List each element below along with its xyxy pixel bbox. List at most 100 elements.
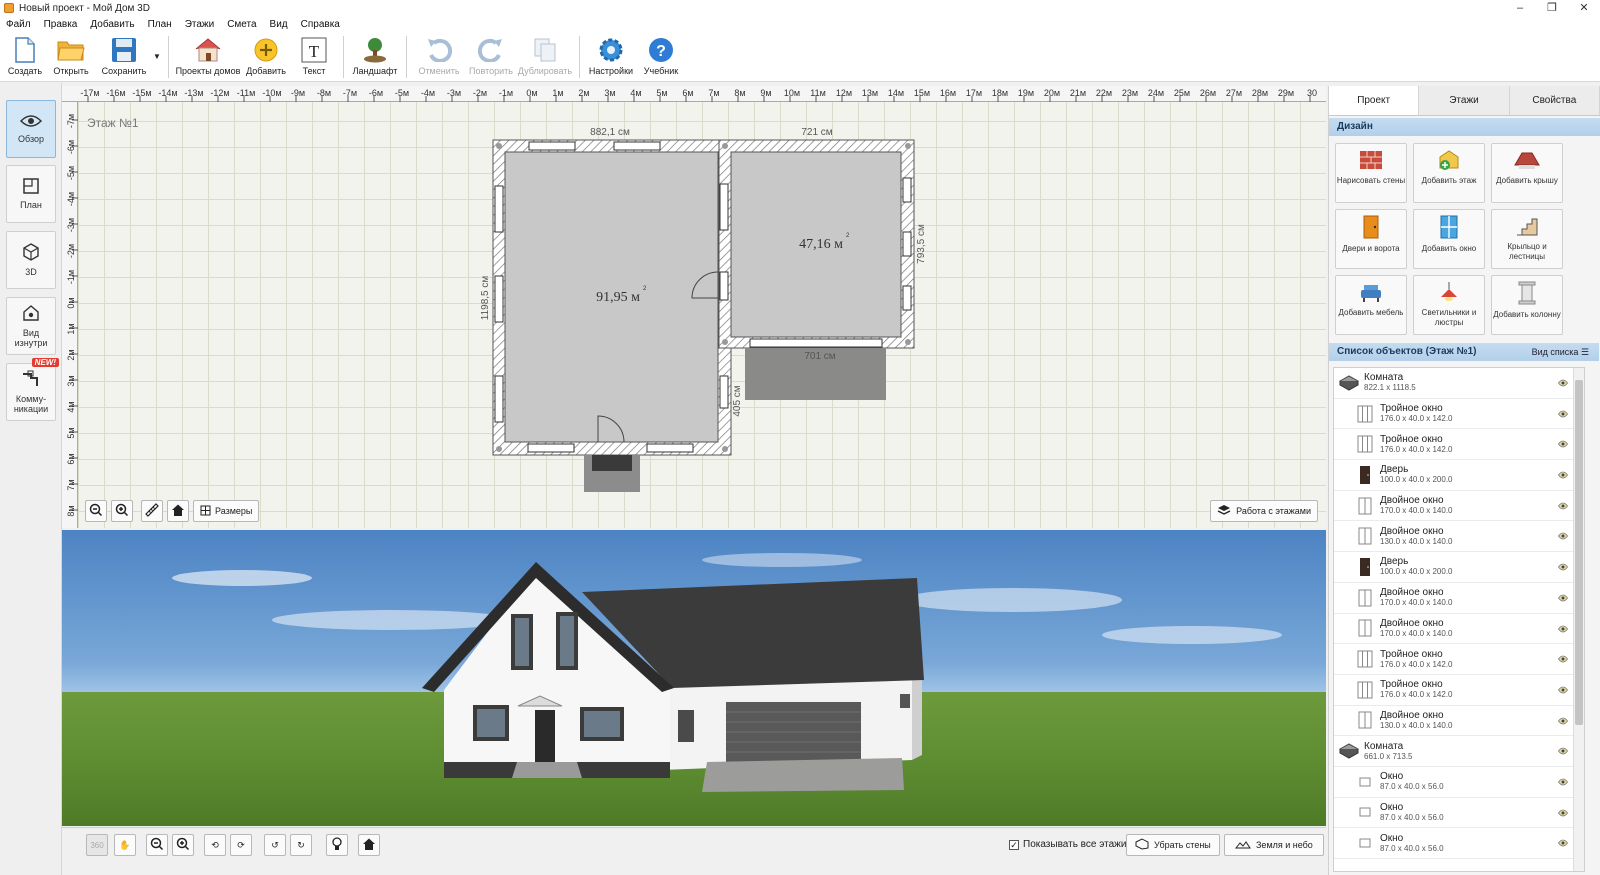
add-floor-button[interactable]: Добавить этаж xyxy=(1413,143,1485,203)
settings-button[interactable]: Настройки xyxy=(586,32,636,80)
zoom-in-button[interactable] xyxy=(111,500,133,522)
undo-button[interactable]: Отменить xyxy=(413,32,465,80)
maximize-button[interactable]: ❐ xyxy=(1536,0,1568,16)
landscape-button[interactable]: Ландшафт xyxy=(350,32,400,80)
visibility-eye-icon[interactable] xyxy=(1557,593,1569,602)
object-row[interactable]: Окно 87.0 x 40.0 x 56.0 xyxy=(1334,767,1584,798)
home-view-button[interactable] xyxy=(167,500,189,522)
list-view-toggle[interactable]: Вид списка ☰ xyxy=(1532,343,1599,361)
close-button[interactable]: ✕ xyxy=(1568,0,1600,16)
window-marker[interactable] xyxy=(494,275,504,323)
save-dropdown[interactable]: ▼ xyxy=(152,32,162,80)
garage-door-marker[interactable] xyxy=(749,338,883,348)
draw-walls-button[interactable]: Нарисовать стены xyxy=(1335,143,1407,203)
window-marker[interactable] xyxy=(646,443,694,453)
visibility-eye-icon[interactable] xyxy=(1557,654,1569,663)
object-row[interactable]: Двойное окно 170.0 x 40.0 x 140.0 xyxy=(1334,614,1584,645)
tab-properties[interactable]: Свойства xyxy=(1509,86,1600,115)
window-marker[interactable] xyxy=(528,141,576,151)
home-3d-button[interactable] xyxy=(358,834,380,856)
object-row[interactable]: Тройное окно 176.0 x 40.0 x 142.0 xyxy=(1334,644,1584,675)
tab-project[interactable]: Проект xyxy=(1329,86,1420,115)
nav-inside-view[interactable]: Вид изнутри xyxy=(6,297,56,355)
scrollbar-thumb[interactable] xyxy=(1575,380,1583,725)
menu-file[interactable]: Файл xyxy=(0,19,38,30)
ground-and-sky-button[interactable]: Земля и небо xyxy=(1224,834,1324,856)
visibility-eye-icon[interactable] xyxy=(1557,439,1569,448)
rotate-right-button[interactable]: ⟳ xyxy=(230,834,252,856)
window-marker[interactable] xyxy=(902,177,912,203)
redo-button[interactable]: Повторить xyxy=(465,32,517,80)
remove-walls-button[interactable]: Убрать стены xyxy=(1126,834,1220,856)
add-button[interactable]: Добавить xyxy=(241,32,291,80)
menu-estimate[interactable]: Смета xyxy=(221,19,263,30)
doors-and-gates-button[interactable]: Двери и ворота xyxy=(1335,209,1407,269)
nav-3d[interactable]: 3D xyxy=(6,231,56,289)
object-row[interactable]: Дверь 100.0 x 40.0 x 200.0 xyxy=(1334,460,1584,491)
visibility-eye-icon[interactable] xyxy=(1557,624,1569,632)
visibility-eye-icon[interactable] xyxy=(1557,777,1569,786)
object-row[interactable]: Тройное окно 176.0 x 40.0 x 142.0 xyxy=(1334,675,1584,706)
visibility-eye-icon[interactable] xyxy=(1557,685,1569,694)
visibility-eye-icon[interactable] xyxy=(1557,378,1569,387)
object-row-room[interactable]: Комната 822.1 x 1118.5 xyxy=(1334,368,1584,399)
add-column-button[interactable]: Добавить колонну xyxy=(1491,275,1563,335)
zoom-out-3d-button[interactable] xyxy=(146,834,168,856)
nav-communications[interactable]: NEW! Комму-никации xyxy=(6,358,59,421)
zoom-in-3d-button[interactable] xyxy=(172,834,194,856)
3d-view-canvas[interactable] xyxy=(62,530,1326,826)
window-marker[interactable] xyxy=(494,375,504,423)
window-marker[interactable] xyxy=(902,231,912,257)
nav-overview[interactable]: Обзор xyxy=(6,100,56,158)
menu-floors[interactable]: Этажи xyxy=(179,19,222,30)
window-marker[interactable] xyxy=(719,375,729,409)
rotate-left-button[interactable]: ⟲ xyxy=(204,834,226,856)
floor-plan-canvas[interactable]: -17м -16м -15м -14м -13м -12м -11м -10м -9м -8м -7… xyxy=(62,86,1326,528)
menu-plan[interactable]: План xyxy=(142,19,179,30)
object-row[interactable]: Окно 87.0 x 40.0 x 56.0 xyxy=(1334,798,1584,829)
visibility-eye-icon[interactable] xyxy=(1557,470,1569,479)
work-with-floors-button[interactable]: Работа с этажами xyxy=(1210,500,1318,522)
rotate-360-button[interactable]: 360 xyxy=(86,834,108,856)
measure-button[interactable] xyxy=(141,500,163,522)
object-row[interactable]: Двойное окно 170.0 x 40.0 x 140.0 xyxy=(1334,491,1584,522)
house-projects-button[interactable]: Проекты домов xyxy=(175,32,241,80)
add-furniture-button[interactable]: Добавить мебель xyxy=(1335,275,1407,335)
door-marker[interactable] xyxy=(719,271,729,301)
porch-and-stairs-button[interactable]: Крыльцо и лестницы xyxy=(1491,209,1563,269)
object-row[interactable]: Окно 87.0 x 40.0 x 56.0 xyxy=(1334,828,1584,859)
object-row[interactable]: Дверь 100.0 x 40.0 x 200.0 xyxy=(1334,552,1584,583)
visibility-eye-icon[interactable] xyxy=(1557,746,1569,755)
pan-button[interactable]: ✋ xyxy=(114,834,136,856)
object-list-scrollbar[interactable] xyxy=(1573,368,1584,871)
visibility-eye-icon[interactable] xyxy=(1557,808,1569,817)
new-button[interactable]: Создать xyxy=(4,32,46,80)
add-window-button[interactable]: Добавить окно xyxy=(1413,209,1485,269)
show-all-floors-checkbox[interactable]: ✓ Показывать все этажи xyxy=(1009,839,1126,850)
text-button[interactable]: T Текст xyxy=(291,32,337,80)
menu-view[interactable]: Вид xyxy=(264,19,295,30)
visibility-eye-icon[interactable] xyxy=(1557,531,1569,540)
object-row[interactable]: Двойное окно 170.0 x 40.0 x 140.0 xyxy=(1334,583,1584,614)
menu-add[interactable]: Добавить xyxy=(84,19,141,30)
open-button[interactable]: Открыть xyxy=(46,32,96,80)
visibility-eye-icon[interactable] xyxy=(1557,838,1569,847)
window-marker[interactable] xyxy=(494,185,504,233)
object-row[interactable]: Тройное окно 176.0 x 40.0 x 142.0 xyxy=(1334,429,1584,461)
visibility-eye-icon[interactable] xyxy=(1557,562,1569,571)
object-row[interactable]: Тройное окно 176.0 x 40.0 x 142.0 xyxy=(1334,399,1584,430)
lighting-button[interactable] xyxy=(326,834,348,856)
object-row[interactable]: Двойное окно 130.0 x 40.0 x 140.0 xyxy=(1334,706,1584,737)
window-marker[interactable] xyxy=(527,443,575,453)
nav-plan[interactable]: План xyxy=(6,165,56,223)
orbit-right-button[interactable]: ↻ xyxy=(290,834,312,856)
dimensions-button[interactable]: Размеры xyxy=(193,500,260,522)
window-marker[interactable] xyxy=(719,183,729,231)
object-row-room[interactable]: Комната 661.0 x 713.5 xyxy=(1334,736,1584,767)
duplicate-button[interactable]: Дублировать xyxy=(517,32,573,80)
visibility-eye-icon[interactable] xyxy=(1557,409,1569,418)
minimize-button[interactable]: – xyxy=(1504,0,1536,16)
add-roof-button[interactable]: Добавить крышу xyxy=(1491,143,1563,203)
save-button[interactable]: Сохранить xyxy=(96,32,152,80)
zoom-out-button[interactable] xyxy=(85,500,107,522)
